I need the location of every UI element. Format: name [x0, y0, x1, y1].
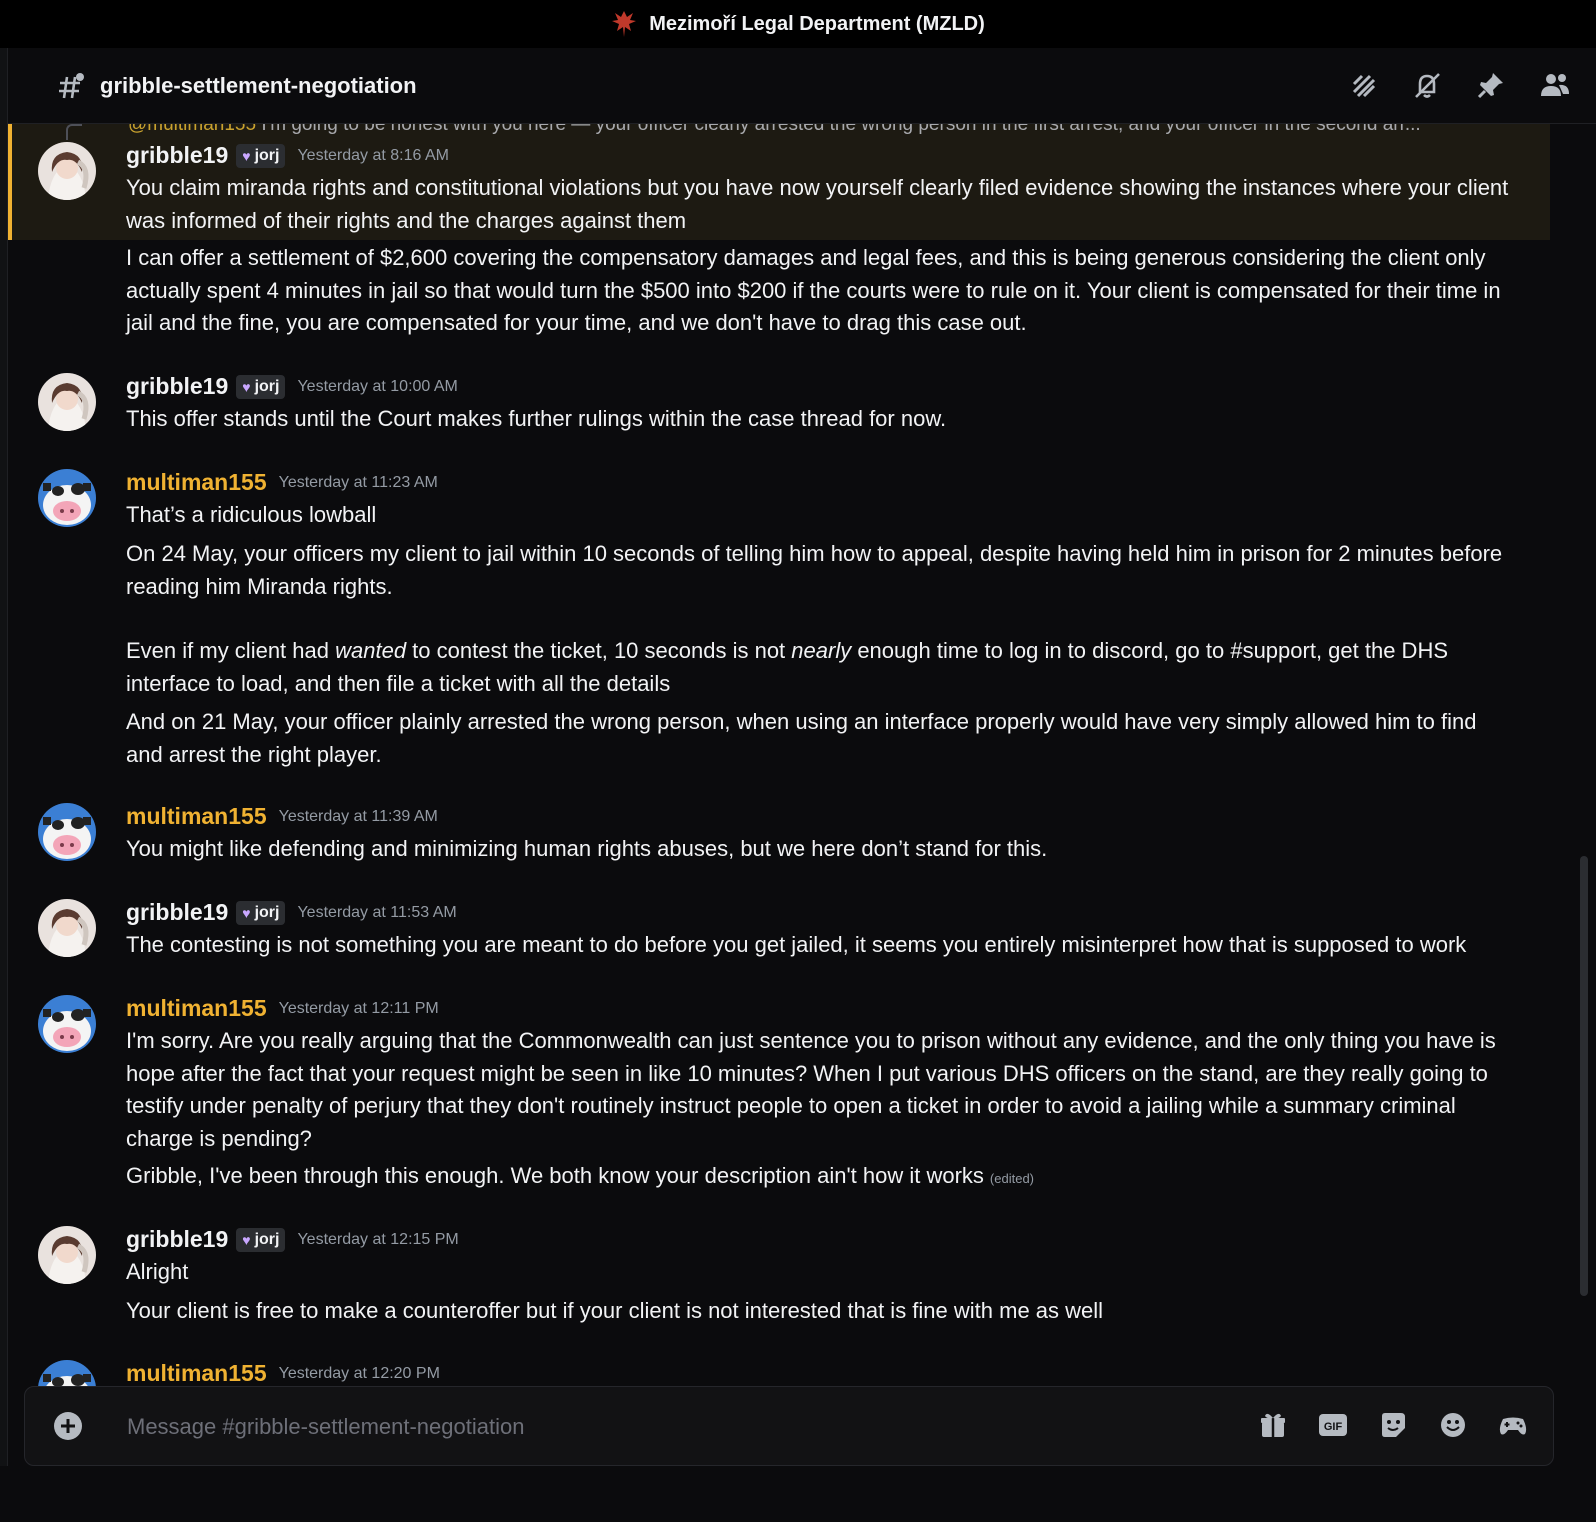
text-run: Even if my client had: [126, 638, 336, 663]
avatar[interactable]: [38, 995, 96, 1053]
message-header: gribble19 ♥ jorj Yesterday at 8:16 AM: [126, 142, 449, 169]
emphasis-text: wanted: [335, 638, 407, 663]
timestamp[interactable]: Yesterday at 12:11 PM: [279, 1000, 439, 1018]
message-text: The contesting is not something you are …: [126, 932, 1467, 957]
message-text: I can offer a settlement of $2,600 cover…: [126, 245, 1501, 335]
message-text: This offer stands until the Court makes …: [126, 406, 947, 431]
members-icon[interactable]: [1538, 68, 1572, 102]
message-text: And on 21 May, your officer plainly arre…: [126, 709, 1477, 767]
message-header: multiman155 Yesterday at 12:20 PM: [126, 1360, 440, 1387]
message-text: That’s a ridiculous lowball: [126, 502, 377, 527]
mute-icon[interactable]: [1410, 68, 1444, 102]
message-header: gribble19 ♥ jorj Yesterday at 10:00 AM: [126, 373, 458, 400]
tag-label: jorj: [254, 1230, 280, 1248]
gif-icon[interactable]: GIF: [1317, 1409, 1349, 1441]
message-list[interactable]: @multiman155 I'm going to be honest with…: [8, 124, 1568, 1409]
tag-label: jorj: [254, 903, 280, 921]
message-header: multiman155 Yesterday at 11:23 AM: [126, 469, 438, 496]
channel-name: gribble-settlement-negotiation: [100, 72, 417, 98]
reply-text: I'm going to be honest with you here — y…: [256, 124, 1421, 135]
message-header: multiman155 Yesterday at 11:39 AM: [126, 803, 438, 830]
author-name[interactable]: gribble19: [126, 142, 228, 169]
bottom-area: [0, 1466, 1596, 1522]
message-header: multiman155 Yesterday at 12:11 PM: [126, 995, 439, 1022]
message-text-rich: Even if my client had wanted to contest …: [126, 635, 1516, 700]
message-header: gribble19 ♥ jorj Yesterday at 12:15 PM: [126, 1226, 459, 1253]
message-text: I'm sorry. Are you really arguing that t…: [126, 1028, 1496, 1151]
header-toolbar: [1346, 68, 1572, 102]
composer-toolbar: GIF: [1257, 1409, 1529, 1441]
gif-label: GIF: [1324, 1421, 1343, 1433]
left-rail: [0, 48, 8, 1522]
guild-tag[interactable]: ♥ jorj: [236, 900, 286, 925]
author-name[interactable]: multiman155: [126, 469, 267, 496]
window-titlebar: Mezimoří Legal Department (MZLD): [0, 0, 1596, 49]
author-name[interactable]: multiman155: [126, 803, 267, 830]
channel-header: gribble-settlement-negotiation: [8, 48, 1596, 124]
server-title: Mezimoří Legal Department (MZLD): [649, 12, 985, 35]
server-logo-icon: [612, 11, 637, 37]
message-text: You claim miranda rights and constitutio…: [126, 175, 1509, 233]
heart-icon: ♥: [242, 378, 251, 395]
avatar[interactable]: [38, 1226, 96, 1284]
message-header: gribble19 ♥ jorj Yesterday at 11:53 AM: [126, 899, 457, 926]
timestamp[interactable]: Yesterday at 11:23 AM: [279, 474, 438, 492]
timestamp[interactable]: Yesterday at 12:20 PM: [279, 1365, 440, 1383]
avatar[interactable]: [38, 469, 96, 527]
emphasis-text: nearly: [791, 638, 852, 663]
message-text: Gribble, I've been through this enough. …: [126, 1160, 1516, 1196]
heart-icon: ♥: [242, 904, 251, 921]
reply-spine: [66, 124, 82, 140]
author-name[interactable]: multiman155: [126, 1360, 267, 1387]
reply-mention[interactable]: @multiman155: [128, 124, 256, 135]
message-input[interactable]: [125, 1407, 1229, 1447]
tag-label: jorj: [254, 146, 280, 164]
guild-tag[interactable]: ♥ jorj: [236, 1227, 286, 1252]
message-text: You might like defending and minimizing …: [126, 836, 1048, 861]
reply-preview[interactable]: @multiman155 I'm going to be honest with…: [128, 124, 1528, 140]
text-run: Gribble, I've been through this enough. …: [126, 1163, 984, 1188]
author-name[interactable]: multiman155: [126, 995, 267, 1022]
heart-icon: ♥: [242, 1231, 251, 1248]
tag-label: jorj: [254, 377, 280, 395]
timestamp[interactable]: Yesterday at 11:53 AM: [297, 904, 456, 922]
edited-label: (edited): [989, 1171, 1034, 1186]
text-run: to contest the ticket, 10 seconds is not: [406, 638, 792, 663]
timestamp[interactable]: Yesterday at 11:39 AM: [279, 808, 438, 826]
activities-icon[interactable]: [1497, 1409, 1529, 1441]
avatar[interactable]: [38, 373, 96, 431]
gift-icon[interactable]: [1257, 1409, 1289, 1441]
avatar[interactable]: [38, 803, 96, 861]
guild-tag[interactable]: ♥ jorj: [236, 374, 286, 399]
avatar[interactable]: [38, 899, 96, 957]
scrollbar-thumb[interactable]: [1580, 856, 1588, 1296]
author-name[interactable]: gribble19: [126, 1226, 228, 1253]
timestamp[interactable]: Yesterday at 10:00 AM: [297, 378, 457, 396]
emoji-icon[interactable]: [1437, 1409, 1469, 1441]
text-channel-icon: [59, 72, 84, 98]
message-text: Alright: [126, 1259, 189, 1284]
add-icon[interactable]: [53, 1411, 83, 1441]
timestamp[interactable]: Yesterday at 12:15 PM: [297, 1231, 458, 1249]
timestamp[interactable]: Yesterday at 8:16 AM: [297, 147, 449, 165]
guild-tag[interactable]: ♥ jorj: [236, 143, 286, 168]
heart-icon: ♥: [242, 147, 251, 164]
author-name[interactable]: gribble19: [126, 899, 228, 926]
avatar[interactable]: [38, 142, 96, 200]
threads-icon[interactable]: [1346, 68, 1380, 102]
author-name[interactable]: gribble19: [126, 373, 228, 400]
message-composer: GIF: [24, 1386, 1554, 1466]
pin-icon[interactable]: [1474, 68, 1508, 102]
message-text: On 24 May, your officers my client to ja…: [126, 541, 1503, 599]
sticker-icon[interactable]: [1377, 1409, 1409, 1441]
message-text: Your client is free to make a counteroff…: [126, 1298, 1104, 1323]
